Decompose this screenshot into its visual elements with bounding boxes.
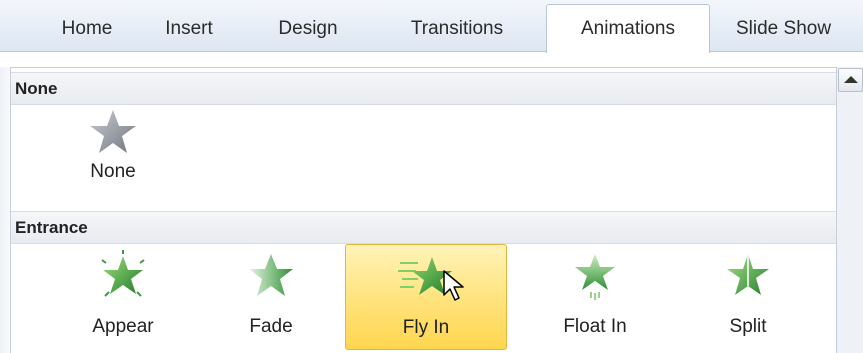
window-left-edge [0, 67, 10, 353]
effect-label: Appear [92, 316, 154, 337]
effect-label: Float In [563, 316, 627, 337]
ribbon-tab-bar: Home Insert Design Transitions Animation… [0, 0, 863, 53]
effect-split[interactable]: Split [668, 248, 828, 352]
effect-label: None [90, 161, 136, 182]
effect-appear[interactable]: Appear [43, 248, 203, 352]
star-appear-icon [101, 250, 145, 297]
star-split-icon [727, 254, 769, 295]
effect-fly-in[interactable]: Fly In [345, 244, 507, 350]
star-none-icon [90, 110, 136, 153]
star-fade-icon [249, 254, 293, 296]
animation-gallery: None None Entrance Appear Fade Fly In Fl… [10, 67, 837, 353]
mouse-pointer-icon [443, 270, 464, 301]
star-float-in-icon [575, 254, 615, 300]
effect-fade[interactable]: Fade [191, 248, 351, 352]
effect-none[interactable]: None [33, 108, 193, 212]
section-header-entrance: Entrance [11, 211, 837, 244]
gallery-scrollbar[interactable] [836, 67, 863, 353]
tab-animations[interactable]: Animations [546, 4, 710, 53]
tab-slide-show[interactable]: Slide Show [722, 6, 863, 52]
tab-transitions[interactable]: Transitions [386, 6, 528, 52]
tab-design[interactable]: Design [260, 6, 356, 52]
tab-home[interactable]: Home [42, 6, 132, 52]
effect-label: Fade [249, 316, 293, 337]
effect-label: Split [729, 316, 767, 337]
effect-label: Fly In [402, 317, 450, 338]
effect-float-in[interactable]: Float In [515, 248, 675, 352]
scroll-up-arrow-icon[interactable] [838, 68, 863, 92]
tab-insert[interactable]: Insert [150, 6, 228, 52]
section-header-none: None [11, 72, 837, 105]
